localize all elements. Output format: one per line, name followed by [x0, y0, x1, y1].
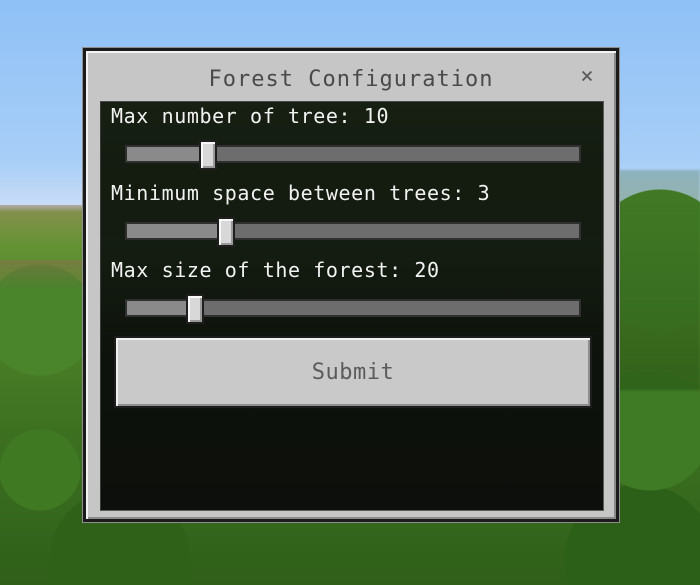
slider-fill-max-size-of-forest	[127, 301, 195, 315]
slider-fill-minimum-space-between-trees	[127, 224, 227, 238]
slider-thumb-max-number-of-tree[interactable]	[199, 140, 218, 170]
dialog-title: Forest Configuration	[208, 67, 494, 92]
setting-label-minimum-space-between-trees: Minimum space between trees: 3	[111, 181, 491, 205]
slider-minimum-space-between-trees[interactable]	[125, 217, 581, 247]
slider-thumb-minimum-space-between-trees[interactable]	[217, 217, 236, 247]
slider-max-size-of-forest[interactable]	[125, 294, 581, 324]
slider-max-number-of-tree[interactable]	[125, 140, 581, 170]
forest-configuration-dialog: Forest Configuration × Max number of tre…	[83, 48, 619, 522]
slider-fill-max-number-of-tree	[127, 147, 209, 161]
setting-label-max-size-of-forest: Max size of the forest: 20	[111, 258, 440, 282]
setting-label-max-number-of-tree: Max number of tree: 10	[111, 104, 390, 128]
dialog-content: Max number of tree: 10 Minimum space bet…	[100, 101, 604, 511]
submit-button[interactable]: Submit	[114, 336, 592, 408]
slider-thumb-max-size-of-forest[interactable]	[185, 294, 204, 324]
close-icon[interactable]: ×	[576, 66, 598, 89]
